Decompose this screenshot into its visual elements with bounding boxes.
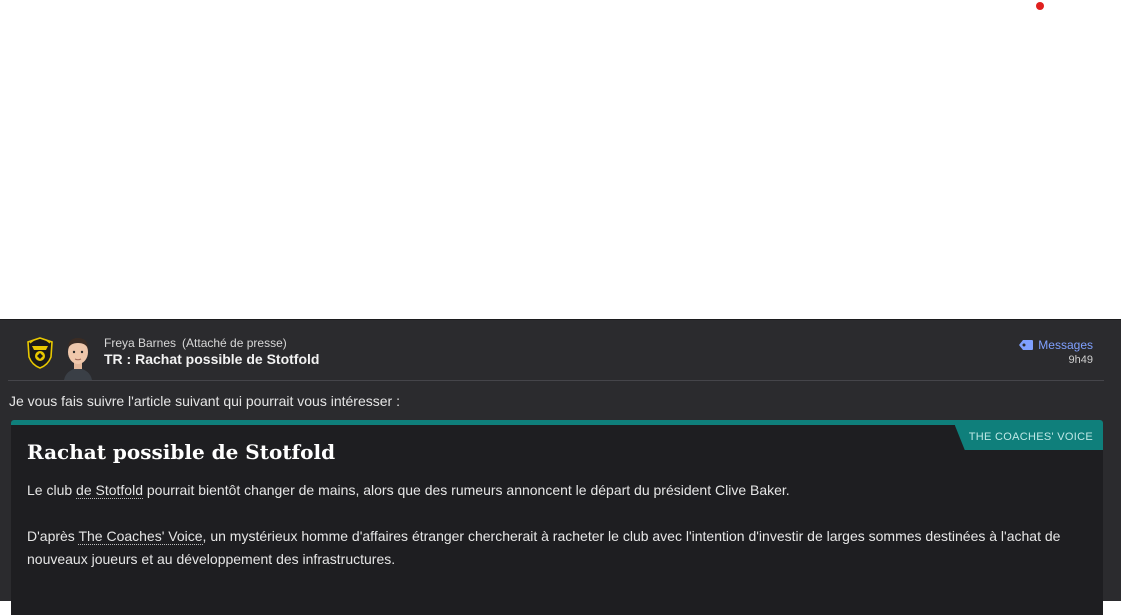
message-header: Freya Barnes (Attaché de presse) TR : Rac… — [8, 320, 1104, 381]
message-subject: TR : Rachat possible de Stotfold — [104, 351, 320, 367]
intro-text: Je vous fais suivre l'article suivant qu… — [9, 393, 400, 409]
sender-name[interactable]: Freya Barnes — [104, 336, 176, 350]
message-panel: Freya Barnes (Attaché de presse) TR : Rac… — [0, 319, 1121, 615]
message-time: 9h49 — [1068, 354, 1093, 366]
club-crest-icon[interactable] — [26, 337, 54, 369]
news-article: THE COACHES' VOICE Rachat possible de St… — [11, 420, 1103, 615]
sender-role: (Attaché de presse) — [182, 336, 287, 350]
staff-avatar[interactable] — [60, 332, 96, 380]
messages-link-label[interactable]: Messages — [1038, 338, 1093, 352]
article-paragraph-1: Le club de Stotfold pourrait bientôt cha… — [27, 479, 1087, 502]
paragraph-text: pourrait bientôt changer de mains, alors… — [142, 482, 790, 498]
paragraph-text: D'après — [27, 528, 79, 544]
source-badge[interactable]: THE COACHES' VOICE — [954, 425, 1103, 450]
empty-area — [0, 0, 1121, 319]
sender-line: Freya Barnes (Attaché de presse) — [104, 336, 287, 350]
tag-icon — [1019, 340, 1034, 350]
notification-dot-icon — [1036, 2, 1044, 10]
club-link[interactable]: de Stotfold — [76, 482, 143, 499]
media-link[interactable]: The Coaches' Voice — [78, 528, 203, 545]
article-title: Rachat possible de Stotfold — [27, 440, 336, 464]
messages-link[interactable]: Messages — [1019, 338, 1093, 352]
article-paragraph-2: D'après The Coaches' Voice, un mystérieu… — [27, 525, 1087, 571]
paragraph-text: Le club — [27, 482, 77, 498]
